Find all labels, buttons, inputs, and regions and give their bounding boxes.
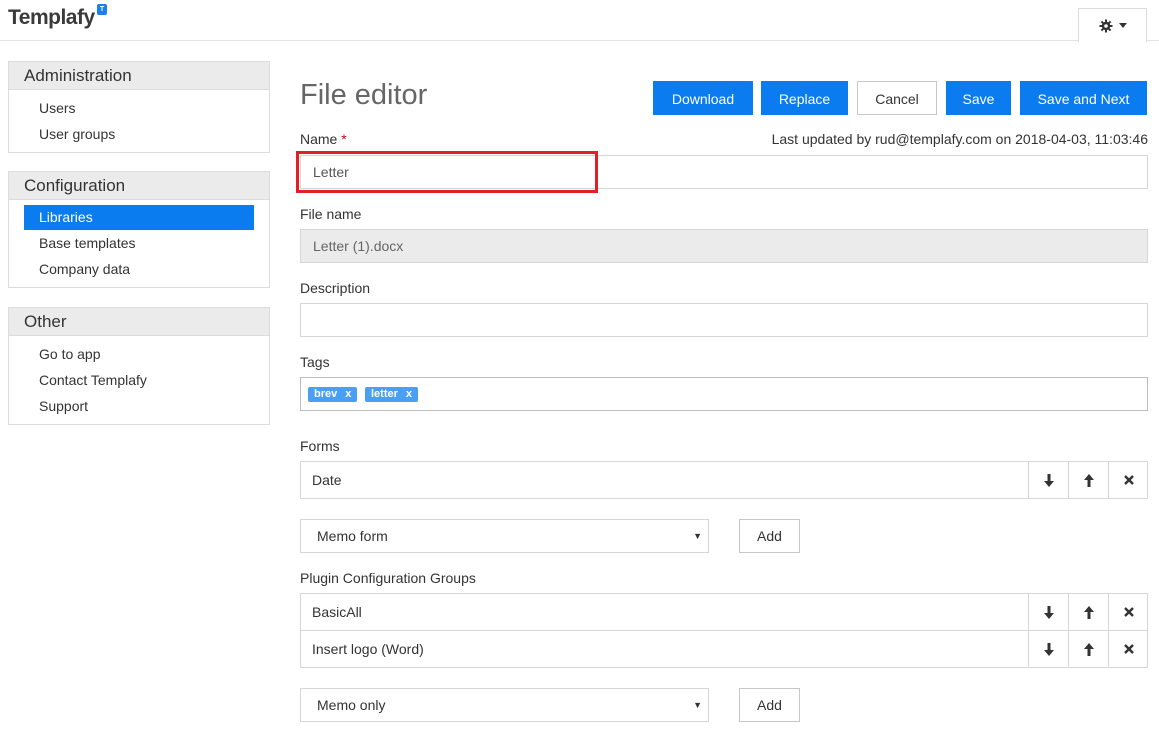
sidebar-item-company-data[interactable]: Company data [9, 256, 269, 282]
move-down-button[interactable] [1028, 631, 1068, 667]
sidebar-panel-other: Other Go to app Contact Templafy Support [8, 307, 270, 425]
close-icon [1123, 607, 1134, 617]
forms-label: Forms [300, 438, 340, 454]
select-caret-icon: ▼ [693, 531, 702, 541]
tag-remove-icon[interactable]: x [345, 388, 351, 400]
name-label-text: Name [300, 131, 338, 147]
add-form-button[interactable]: Add [739, 519, 800, 553]
move-up-button[interactable] [1068, 631, 1108, 667]
sidebar-panel-administration: Administration Users User groups [8, 61, 270, 153]
sidebar-item-support[interactable]: Support [9, 393, 269, 419]
description-input[interactable] [300, 303, 1148, 337]
select-caret-icon: ▼ [693, 700, 702, 710]
save-button[interactable]: Save [946, 81, 1011, 115]
name-label: Name * [300, 131, 347, 147]
arrow-up-icon [1083, 605, 1094, 619]
sidebar-panel-configuration: Configuration Libraries Base templates C… [8, 171, 270, 288]
tag-chip: letter x [365, 387, 419, 402]
plugin-group-row-label: Insert logo (Word) [312, 641, 424, 657]
move-up-button[interactable] [1068, 462, 1108, 498]
plugin-group-row: Insert logo (Word) [300, 630, 1148, 668]
move-down-button[interactable] [1028, 594, 1068, 630]
caret-down-icon [1118, 23, 1127, 28]
tag-text: letter [371, 388, 398, 400]
file-name-label: File name [300, 206, 362, 222]
name-input[interactable]: Letter [300, 155, 1148, 189]
arrow-up-icon [1083, 473, 1094, 487]
panel-title-other: Other [9, 308, 269, 336]
required-mark: * [341, 131, 347, 147]
gear-icon [1099, 19, 1112, 32]
close-icon [1123, 644, 1134, 654]
plugin-group-select[interactable]: Memo only ▼ [300, 688, 709, 722]
form-select[interactable]: Memo form ▼ [300, 519, 709, 553]
sidebar-item-base-templates[interactable]: Base templates [9, 230, 269, 256]
arrow-down-icon [1043, 642, 1054, 656]
plugin-groups-label: Plugin Configuration Groups [300, 570, 476, 586]
remove-button[interactable] [1108, 594, 1148, 630]
sidebar-item-libraries[interactable]: Libraries [24, 205, 254, 230]
tags-label: Tags [300, 354, 330, 370]
form-row: Date [300, 461, 1148, 499]
remove-button[interactable] [1108, 631, 1148, 667]
logo-text: Templafy [8, 6, 95, 29]
arrow-up-icon [1083, 642, 1094, 656]
panel-title-administration: Administration [9, 62, 269, 90]
settings-dropdown[interactable] [1078, 8, 1147, 42]
file-name-field: Letter (1).docx [300, 229, 1148, 263]
move-up-button[interactable] [1068, 594, 1108, 630]
plugin-group-select-value: Memo only [317, 697, 386, 713]
download-button[interactable]: Download [653, 81, 753, 115]
top-bar: Templafy T [0, 0, 1159, 42]
replace-button[interactable]: Replace [761, 81, 848, 115]
last-updated-text: Last updated by rud@templafy.com on 2018… [771, 131, 1148, 147]
tags-input[interactable]: brev x letter x [300, 377, 1148, 411]
arrow-down-icon [1043, 605, 1054, 619]
move-down-button[interactable] [1028, 462, 1068, 498]
cancel-button[interactable]: Cancel [857, 81, 937, 115]
page-title: File editor [300, 79, 428, 111]
close-icon [1123, 475, 1134, 485]
plugin-group-row-label: BasicAll [312, 604, 362, 620]
logo-badge: T [97, 4, 107, 15]
add-plugin-group-button[interactable]: Add [739, 688, 800, 722]
tag-chip: brev x [308, 387, 358, 402]
sidebar-item-user-groups[interactable]: User groups [9, 121, 269, 147]
tag-remove-icon[interactable]: x [406, 388, 412, 400]
sidebar-item-contact-templafy[interactable]: Contact Templafy [9, 367, 269, 393]
description-label: Description [300, 280, 371, 296]
save-and-next-button[interactable]: Save and Next [1020, 81, 1147, 115]
form-row-label: Date [312, 472, 342, 488]
plugin-group-row: BasicAll [300, 593, 1148, 631]
panel-title-configuration: Configuration [9, 172, 269, 200]
tag-text: brev [314, 388, 338, 400]
arrow-down-icon [1043, 473, 1054, 487]
sidebar-item-go-to-app[interactable]: Go to app [9, 341, 269, 367]
form-select-value: Memo form [317, 528, 388, 544]
remove-button[interactable] [1108, 462, 1148, 498]
templafy-logo[interactable]: Templafy [8, 6, 95, 30]
sidebar-item-users[interactable]: Users [9, 95, 269, 121]
